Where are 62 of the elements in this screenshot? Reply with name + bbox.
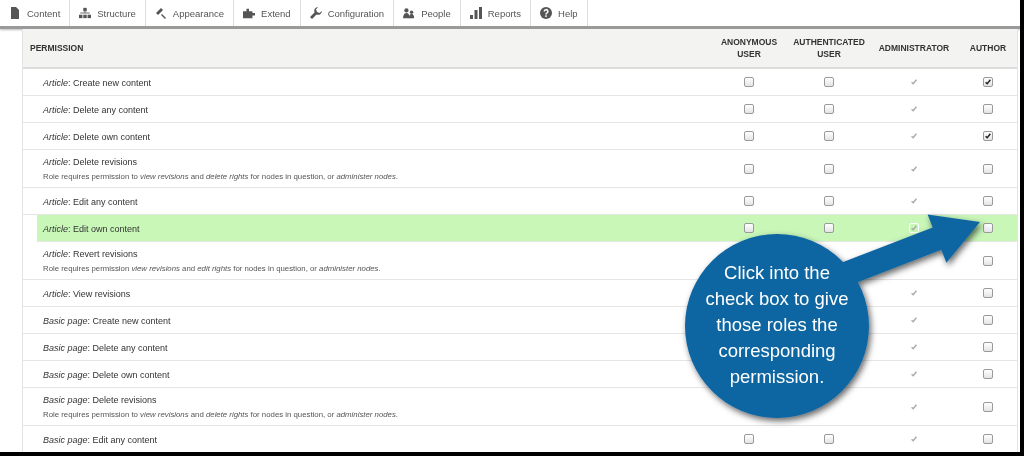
checkbox[interactable] [983, 288, 993, 298]
toolbar-link[interactable]: Appearance [145, 0, 235, 26]
column-header: PERMISSION [29, 43, 84, 53]
toolbar-link[interactable]: Help [531, 0, 588, 26]
permission-name: Basic page: Edit any content [43, 434, 158, 445]
callout-text: Click into the check box to give those roles the corresponding permission. [704, 261, 850, 389]
permission-name: Article: Edit any content [43, 196, 138, 207]
bar-chart-icon [469, 7, 482, 19]
checkbox[interactable] [983, 434, 993, 444]
checkbox[interactable] [744, 131, 754, 141]
checkbox[interactable] [744, 223, 754, 233]
toolbar-link[interactable]: Configuration [300, 0, 395, 26]
people-icon [403, 7, 416, 19]
toolbar-link[interactable]: People [394, 0, 461, 26]
checkbox[interactable] [744, 434, 754, 444]
permission-name: Basic page: Delete revisions [43, 395, 157, 405]
checkbox[interactable] [983, 223, 993, 233]
document-icon [9, 7, 21, 19]
checkbox[interactable] [983, 77, 993, 87]
permission-name: Article: Delete revisions [43, 157, 138, 167]
permission-name: Article: Revert revisions [43, 249, 138, 259]
permission-name: Article: Edit own content [43, 223, 140, 234]
checkbox[interactable] [744, 163, 754, 174]
permission-name: Article: View revisions [43, 288, 131, 299]
checkbox[interactable] [983, 401, 993, 412]
checkbox[interactable] [744, 104, 754, 114]
toolbar-link[interactable]: Content [0, 0, 71, 26]
puzzle-icon [243, 7, 256, 19]
checkbox[interactable] [824, 104, 834, 114]
checkbox[interactable] [983, 369, 993, 379]
checkbox[interactable] [983, 196, 993, 206]
checkbox[interactable] [824, 131, 834, 141]
permission-name: Article: Delete any content [43, 104, 149, 115]
checkbox[interactable] [744, 77, 754, 87]
checkbox[interactable] [824, 223, 834, 233]
permission-name: Basic page: Delete own content [43, 369, 170, 380]
brush-icon [154, 7, 167, 19]
permission-name: Article: Create new content [43, 77, 152, 88]
checkbox[interactable] [824, 196, 834, 206]
hierarchy-icon [79, 7, 92, 19]
checkbox[interactable] [983, 342, 993, 352]
column-header: ADMINISTRATOR [878, 42, 950, 54]
permission-name: Basic page: Delete any content [43, 342, 168, 353]
help-icon [540, 7, 552, 19]
checkbox[interactable] [983, 131, 993, 141]
checkbox[interactable] [824, 77, 834, 87]
checkbox[interactable] [983, 104, 993, 114]
column-header: AUTHOR [969, 42, 1007, 54]
checkbox[interactable] [983, 163, 993, 174]
wrench-icon [309, 7, 322, 19]
column-header: AUTHENTICATED USER [793, 36, 865, 60]
permission-name: Basic page: Create new content [43, 315, 171, 326]
checkbox[interactable] [983, 315, 993, 325]
toolbar-link[interactable]: Structure [70, 0, 146, 26]
toolbar-link[interactable]: Reports [460, 0, 531, 26]
checkbox[interactable] [824, 163, 834, 174]
permission-name: Article: Delete own content [43, 131, 151, 142]
checkbox[interactable] [824, 434, 834, 444]
column-header: ANONYMOUS USER [719, 36, 779, 60]
checkbox[interactable] [983, 255, 993, 266]
checkbox[interactable] [744, 196, 754, 206]
toolbar-link[interactable]: Extend [234, 0, 301, 26]
